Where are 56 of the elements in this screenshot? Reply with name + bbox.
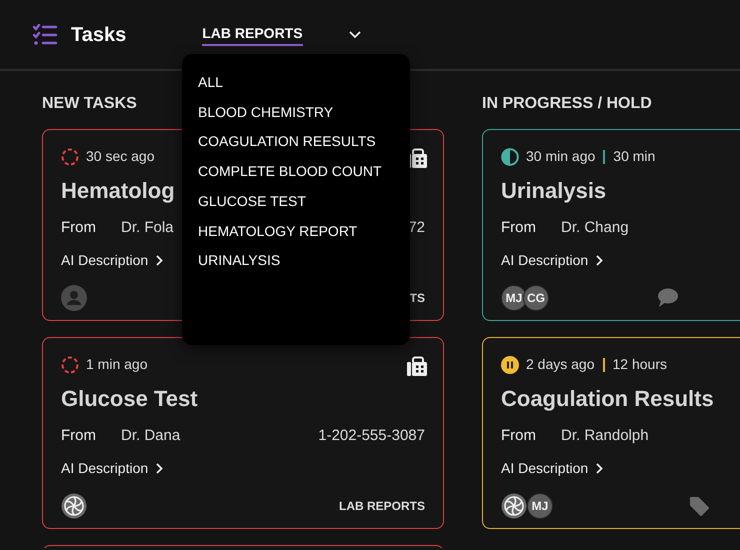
- column-heading: IN PROGRESS / HOLD: [482, 94, 652, 114]
- from-label: From: [501, 218, 537, 238]
- task-card[interactable]: 1 min ago Glucose Test From Dr. Dana 1-202-555-3087 AI Description LAB REPORTS: [42, 337, 444, 529]
- sender-name: Dr. Dana: [121, 426, 180, 446]
- from-label: From: [61, 426, 97, 446]
- ai-description-link[interactable]: AI Description: [501, 458, 604, 478]
- task-card[interactable]: 30 min ago 30 min Urinalysis From Dr. Chang AI Description MJ CG: [482, 129, 740, 321]
- chevron-right-icon: [156, 462, 164, 474]
- category-label: LAB REPORTS: [338, 498, 425, 514]
- person-avatar-icon: [61, 284, 87, 310]
- from-label: From: [61, 218, 97, 238]
- swirl-avatar-icon: [501, 492, 527, 518]
- ai-description-link[interactable]: AI Description: [61, 458, 164, 478]
- chevron-right-icon: [596, 254, 604, 266]
- comment-icon: [656, 288, 678, 308]
- time-ago: 30 min ago: [526, 147, 596, 166]
- column-heading: NEW TASKS: [42, 94, 137, 114]
- task-title: Coagulation Results: [501, 385, 714, 413]
- task-title: Hematolog: [61, 177, 175, 205]
- menu-item[interactable]: GLUCOSE TEST: [198, 186, 410, 217]
- chevron-right-icon: [156, 254, 164, 266]
- ai-description-link[interactable]: AI Description: [501, 250, 604, 270]
- time-ago: 2 days ago: [526, 355, 594, 374]
- category-label: TS: [410, 290, 425, 306]
- phone-number: 1-202-555-3087: [318, 426, 425, 446]
- menu-item[interactable]: BLOOD CHEMISTRY: [198, 98, 410, 128]
- tag-icon: [689, 496, 709, 516]
- fax-icon: [407, 356, 427, 376]
- avatar: MJ: [527, 492, 553, 518]
- app-title: Tasks: [71, 22, 126, 48]
- checklist-icon: [33, 24, 57, 46]
- sender-name: Dr. Chang: [561, 218, 629, 238]
- from-label: From: [501, 426, 537, 446]
- fax-icon: [407, 148, 427, 168]
- menu-item[interactable]: COMPLETE BLOOD COUNT: [198, 157, 410, 187]
- chevron-down-icon[interactable]: [348, 30, 361, 38]
- ai-description-link[interactable]: AI Description: [61, 250, 164, 270]
- avatar: MJ: [501, 284, 527, 310]
- duration: 30 min: [613, 147, 656, 166]
- chevron-right-icon: [596, 462, 604, 474]
- swirl-avatar-icon: [61, 492, 87, 518]
- time-ago: 30 sec ago: [86, 147, 154, 166]
- menu-item[interactable]: HEMATOLOGY REPORT: [198, 216, 410, 246]
- menu-item[interactable]: URINALYSIS: [198, 246, 410, 276]
- sender-name: Dr. Randolph: [561, 426, 649, 446]
- menu-item[interactable]: ALL: [198, 68, 410, 98]
- sender-name: Dr. Fola: [121, 218, 174, 238]
- duration: 12 hours: [612, 355, 667, 374]
- task-title: Urinalysis: [501, 177, 606, 205]
- task-title: Glucose Test: [61, 385, 198, 413]
- time-ago: 1 min ago: [86, 355, 148, 374]
- phone-number: 72: [408, 218, 425, 238]
- menu-item[interactable]: COAGULATION REESULTS: [198, 127, 410, 158]
- avatar: CG: [523, 284, 549, 310]
- filter-tab[interactable]: LAB REPORTS: [202, 24, 303, 46]
- task-card[interactable]: 2 days ago 12 hours Coagulation Results From Dr. Randolph AI Description MJ: [482, 337, 740, 529]
